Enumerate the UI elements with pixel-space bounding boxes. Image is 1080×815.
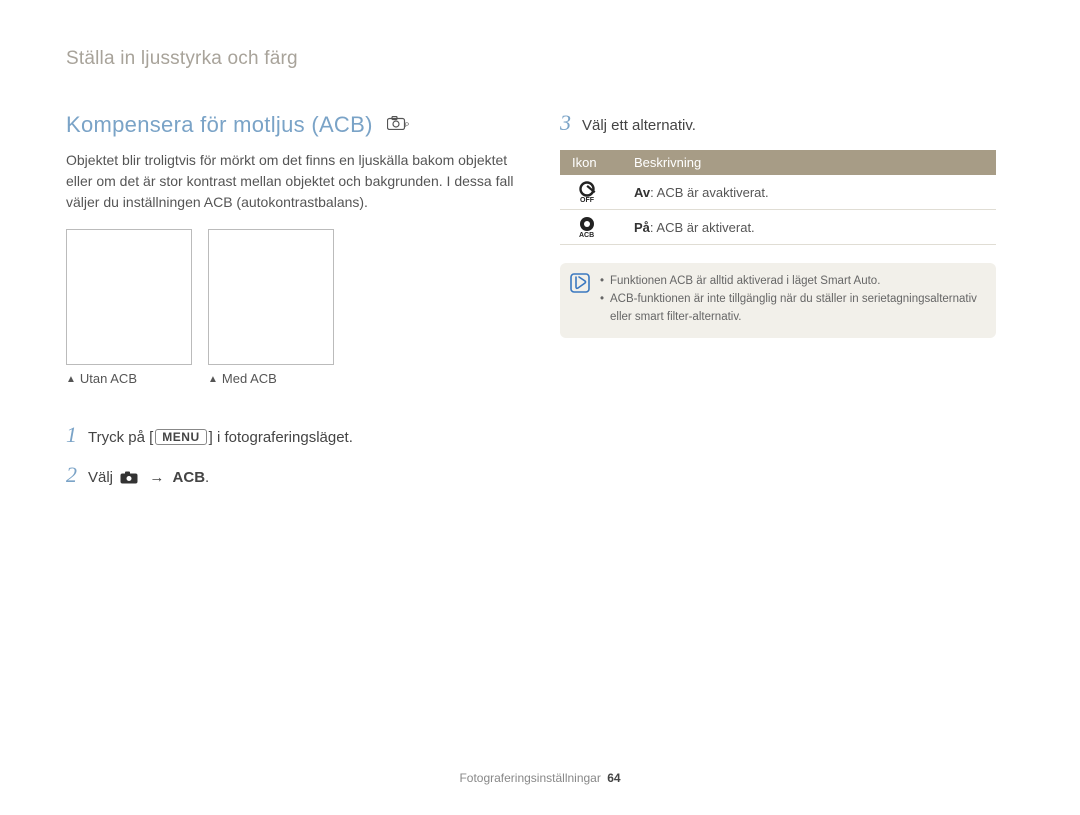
- step-number: 2: [66, 462, 88, 488]
- step-text: Välj → ACB.: [88, 469, 209, 488]
- camera-mode-icon: P: [387, 110, 409, 136]
- step-number: 3: [560, 110, 582, 136]
- table-row: OFF Av: ACB är avaktiverat.: [560, 175, 996, 210]
- body-text: Objektet blir troligtvis för mörkt om de…: [66, 150, 516, 213]
- camera-icon: [120, 471, 138, 488]
- table-header: Ikon Beskrivning: [560, 150, 996, 175]
- options-table: Ikon Beskrivning OFF Av: ACB är avaktive…: [560, 150, 996, 245]
- step2-suffix: .: [205, 469, 209, 486]
- triangle-up-icon: ▲: [66, 374, 76, 385]
- svg-text:OFF: OFF: [580, 197, 595, 203]
- step1-pre: Tryck på [: [88, 429, 153, 446]
- off-icon: OFF: [560, 181, 634, 203]
- row2-label: På: [634, 220, 650, 235]
- arrow-right-icon: →: [149, 469, 164, 486]
- step-text: Tryck på [MENU] i fotograferingsläget.: [88, 429, 353, 446]
- acb-icon: ACB: [560, 216, 634, 238]
- td-desc: Av: ACB är avaktiverat.: [634, 185, 996, 200]
- step2-target: ACB: [173, 469, 206, 486]
- photo-with-acb: [208, 229, 334, 365]
- caption-row: ▲ Utan ACB ▲ Med ACB: [66, 371, 516, 386]
- list-item: Funktionen ACB är alltid aktiverad i läg…: [600, 273, 982, 291]
- menu-button-icon: MENU: [155, 429, 206, 445]
- note-list: Funktionen ACB är alltid aktiverad i läg…: [600, 273, 982, 326]
- svg-text:P: P: [405, 123, 409, 129]
- photo-without-acb: [66, 229, 192, 365]
- table-row: ACB På: ACB är aktiverat.: [560, 210, 996, 245]
- page-header: Ställa in ljusstyrka och färg: [66, 48, 1022, 70]
- step-3: 3 Välj ett alternativ.: [560, 110, 1010, 136]
- list-item: ACB-funktionen är inte tillgänglig när d…: [600, 291, 982, 327]
- step1-post: ] i fotograferingsläget.: [209, 429, 353, 446]
- row2-text: : ACB är aktiverat.: [650, 220, 755, 235]
- step-1: 1 Tryck på [MENU] i fotograferingsläget.: [66, 422, 516, 448]
- caption-with-text: Med ACB: [222, 371, 277, 386]
- caption-with: ▲ Med ACB: [208, 371, 334, 386]
- th-icon: Ikon: [560, 155, 634, 170]
- section-title-text: Kompensera för motljus (ACB): [66, 112, 373, 137]
- step-text: Välj ett alternativ.: [582, 117, 696, 134]
- section-title: Kompensera för motljus (ACB) P: [66, 110, 516, 138]
- th-desc: Beskrivning: [634, 155, 996, 170]
- footer-section: Fotograferingsinställningar: [459, 771, 600, 785]
- step-number: 1: [66, 422, 88, 448]
- page-number: 64: [607, 771, 620, 785]
- note-box: Funktionen ACB är alltid aktiverad i läg…: [560, 263, 996, 338]
- svg-text:ACB: ACB: [579, 232, 594, 238]
- caption-without-text: Utan ACB: [80, 371, 137, 386]
- step2-pre: Välj: [88, 469, 113, 486]
- step-2: 2 Välj → ACB.: [66, 462, 516, 488]
- right-column: 3 Välj ett alternativ. Ikon Beskrivning …: [560, 110, 1010, 502]
- photo-row: [66, 229, 516, 365]
- row1-label: Av: [634, 185, 650, 200]
- td-desc: På: ACB är aktiverat.: [634, 220, 996, 235]
- triangle-up-icon: ▲: [208, 374, 218, 385]
- left-column: Kompensera för motljus (ACB) P Objektet …: [66, 110, 516, 502]
- note-icon: [570, 273, 590, 293]
- caption-without: ▲ Utan ACB: [66, 371, 192, 386]
- footer: Fotograferingsinställningar 64: [0, 771, 1080, 785]
- row1-text: : ACB är avaktiverat.: [650, 185, 769, 200]
